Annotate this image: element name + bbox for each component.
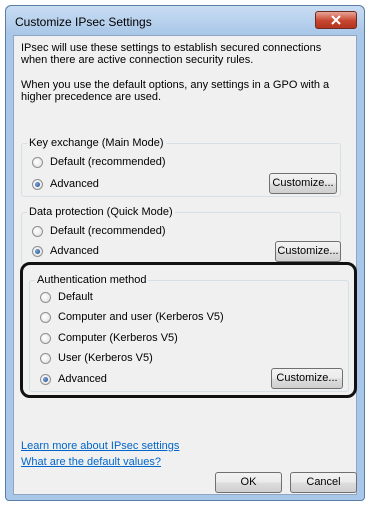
key-exchange-advanced-radio[interactable]: Advanced bbox=[32, 177, 99, 191]
learn-more-link[interactable]: Learn more about IPsec settings bbox=[21, 440, 179, 452]
title-bar[interactable]: Customize IPsec Settings bbox=[6, 6, 364, 34]
intro-text-2: When you use the default options, any se… bbox=[21, 79, 330, 103]
data-protection-legend: Data protection (Quick Mode) bbox=[27, 206, 175, 218]
radio-checked-icon bbox=[32, 178, 43, 190]
data-protection-customize-button[interactable]: Customize... bbox=[275, 241, 341, 262]
intro-text-1: IPsec will use these settings to establi… bbox=[21, 42, 322, 66]
radio-label: Advanced bbox=[50, 245, 99, 257]
radio-label: Advanced bbox=[50, 178, 99, 190]
dialog-title: Customize IPsec Settings bbox=[15, 15, 152, 29]
data-protection-group: Data protection (Quick Mode) Default (re… bbox=[21, 206, 341, 265]
key-exchange-group: Key exchange (Main Mode) Default (recomm… bbox=[21, 137, 341, 197]
ok-button[interactable]: OK bbox=[215, 472, 282, 493]
radio-label: Default (recommended) bbox=[50, 225, 166, 237]
radio-checked-icon bbox=[32, 245, 43, 257]
key-exchange-default-radio[interactable]: Default (recommended) bbox=[32, 155, 166, 169]
data-protection-default-radio[interactable]: Default (recommended) bbox=[32, 224, 166, 238]
radio-icon bbox=[32, 156, 43, 168]
cancel-button[interactable]: Cancel bbox=[290, 472, 357, 493]
radio-icon bbox=[32, 225, 43, 237]
default-values-link[interactable]: What are the default values? bbox=[21, 456, 161, 468]
key-exchange-customize-button[interactable]: Customize... bbox=[269, 173, 337, 194]
data-protection-advanced-radio[interactable]: Advanced bbox=[32, 244, 99, 258]
radio-label: Default (recommended) bbox=[50, 156, 166, 168]
key-exchange-legend: Key exchange (Main Mode) bbox=[27, 137, 166, 149]
close-button[interactable] bbox=[315, 11, 357, 29]
highlight-frame bbox=[20, 262, 357, 398]
close-icon bbox=[331, 15, 341, 25]
